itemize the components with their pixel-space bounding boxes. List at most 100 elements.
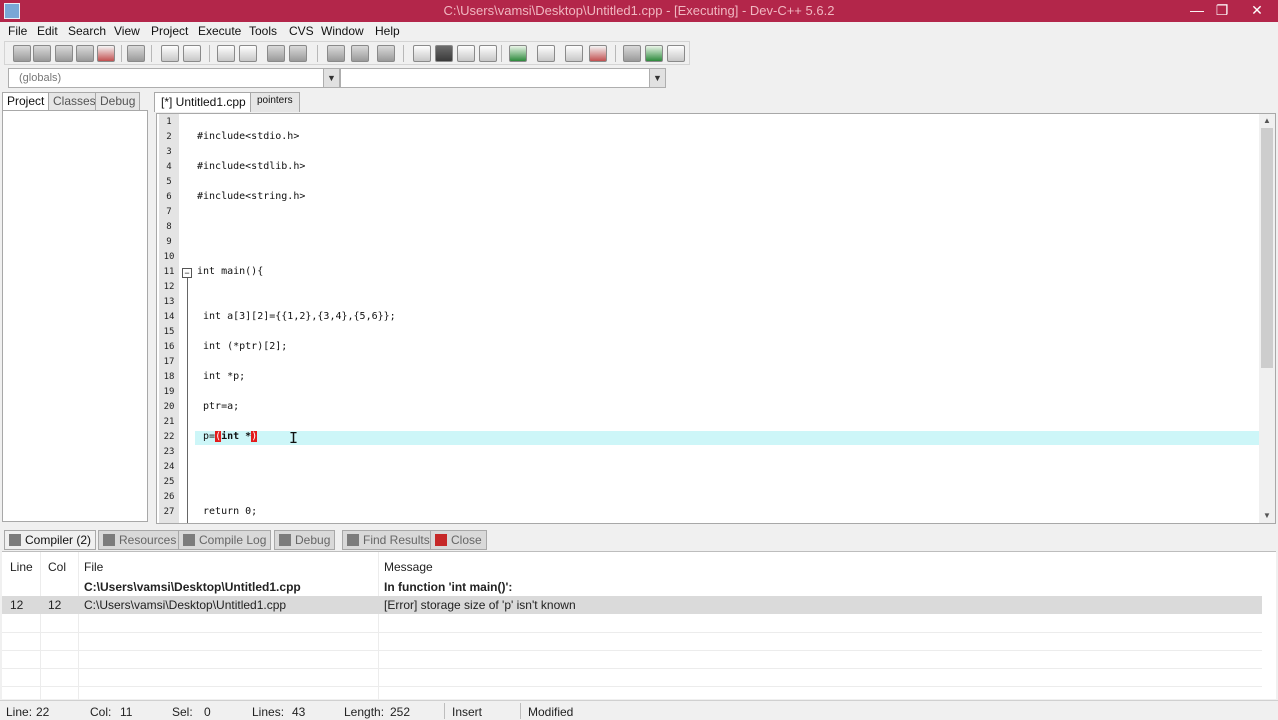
menu-edit[interactable]: Edit (37, 24, 58, 38)
close-icon (435, 534, 447, 546)
replace-icon[interactable] (239, 45, 257, 62)
status-col-value: 11 (120, 705, 133, 719)
profile-icon[interactable] (565, 45, 583, 62)
column-header-line[interactable]: Line (10, 560, 33, 574)
tab-debug-label: Debug (295, 533, 331, 547)
goto-bookmark-icon[interactable] (351, 45, 369, 62)
line-number: 14 (163, 312, 175, 322)
table-row[interactable]: 12 12 C:\Users\vamsi\Desktop\Untitled1.c… (2, 596, 1262, 614)
line-number: 18 (163, 372, 175, 382)
line-number: 7 (166, 207, 172, 217)
save-icon[interactable] (55, 45, 73, 62)
menu-tools[interactable]: Tools (249, 24, 277, 38)
project-tree[interactable] (2, 110, 148, 522)
line-number: 10 (163, 252, 175, 262)
undo-icon[interactable] (161, 45, 179, 62)
scroll-down-icon[interactable]: ▼ (1259, 509, 1275, 523)
close-file-icon[interactable] (97, 45, 115, 62)
line-number: 12 (163, 282, 175, 292)
table-row[interactable]: C:\Users\vamsi\Desktop\Untitled1.cpp In … (2, 578, 1262, 596)
line-number: 22 (163, 432, 175, 442)
scrollbar-thumb[interactable] (1261, 128, 1273, 368)
maximize-button[interactable]: ❐ (1205, 1, 1239, 21)
redo-icon[interactable] (183, 45, 201, 62)
code-line-22: p=(int *) (197, 431, 258, 442)
line-number: 3 (166, 147, 172, 157)
delete-profile-icon[interactable] (589, 45, 607, 62)
new-file-icon[interactable] (13, 45, 31, 62)
menu-view[interactable]: View (114, 24, 140, 38)
current-line-highlight (195, 431, 1259, 445)
tab-debug[interactable]: Debug (95, 92, 141, 110)
close-button[interactable]: ✕ (1240, 1, 1274, 21)
tab-find-results-label: Find Results (363, 533, 430, 547)
line-number: 27 (163, 507, 175, 517)
menu-execute[interactable]: Execute (198, 24, 241, 38)
find-icon[interactable] (217, 45, 235, 62)
tab-untitled1[interactable]: [*] Untitled1.cpp (154, 92, 253, 112)
scroll-up-icon[interactable]: ▲ (1259, 114, 1275, 128)
cell-file: C:\Users\vamsi\Desktop\Untitled1.cpp (84, 580, 301, 594)
tab-classes[interactable]: Classes (48, 92, 101, 110)
debug-icon[interactable] (537, 45, 555, 62)
unindent-icon[interactable] (289, 45, 307, 62)
line-number: 5 (166, 177, 172, 187)
open-file-icon[interactable] (33, 45, 51, 62)
status-modified: Modified (528, 705, 574, 719)
cell-message: In function 'int main()': (384, 580, 513, 594)
line-number: 19 (163, 387, 175, 397)
resources-icon (103, 534, 115, 546)
editor-vertical-scrollbar[interactable]: ▲ ▼ (1259, 114, 1275, 523)
project-add-icon[interactable] (435, 45, 453, 62)
column-header-col[interactable]: Col (48, 560, 66, 574)
tab-project[interactable]: Project (2, 92, 50, 110)
tab-find-results[interactable]: Find Results (342, 530, 435, 550)
menu-project[interactable]: Project (151, 24, 188, 38)
project-options-icon[interactable] (457, 45, 475, 62)
print-icon[interactable] (127, 45, 145, 62)
tab-compiler[interactable]: Compiler (2) (4, 530, 97, 550)
compile-run-icon[interactable] (667, 45, 685, 62)
menu-help[interactable]: Help (375, 24, 400, 38)
text-cursor-icon: I (289, 429, 299, 447)
tab-pointers[interactable]: pointers (250, 92, 300, 112)
menu-search[interactable]: Search (68, 24, 106, 38)
code-line: #include<string.h> (197, 191, 306, 202)
run-icon[interactable] (645, 45, 663, 62)
cell-line: 12 (10, 598, 24, 612)
line-number: 21 (163, 417, 175, 427)
cell-message: [Error] storage size of 'p' isn't known (384, 598, 576, 612)
menu-cvs[interactable]: CVS (289, 24, 314, 38)
column-header-message[interactable]: Message (384, 560, 433, 574)
globals-combo-value: (globals) (19, 72, 62, 84)
toggle-bookmark-icon[interactable] (327, 45, 345, 62)
code-line: int (*ptr)[2]; (197, 341, 288, 352)
fold-guide (187, 278, 188, 523)
class-browser-icon[interactable] (479, 45, 497, 62)
line-number: 8 (166, 222, 172, 232)
status-col-label: Col: (90, 705, 112, 719)
bottom-panel-tabs: Compiler (2) Resources Compile Log Debug… (2, 530, 1278, 550)
goto-line-icon[interactable] (377, 45, 395, 62)
globals-combobox[interactable]: (globals) ▼ (8, 68, 340, 88)
fold-toggle-icon[interactable]: − (182, 268, 192, 278)
line-number: 16 (163, 342, 175, 352)
menu-window[interactable]: Window (321, 24, 364, 38)
menu-file[interactable]: File (8, 24, 27, 38)
tab-compile-log[interactable]: Compile Log (178, 530, 272, 550)
compile-icon[interactable] (623, 45, 641, 62)
line-number: 1 (166, 117, 172, 127)
syntax-check-icon[interactable] (509, 45, 527, 62)
code-editor[interactable]: − #include<stdio.h> #include<stdlib.h> #in… (156, 113, 1276, 524)
tab-debug-output[interactable]: Debug (274, 530, 336, 550)
chevron-down-icon[interactable]: ▼ (323, 69, 339, 87)
column-header-file[interactable]: File (84, 560, 103, 574)
save-all-icon[interactable] (76, 45, 94, 62)
project-new-icon[interactable] (413, 45, 431, 62)
tab-resources[interactable]: Resources (98, 530, 182, 550)
close-panel-button[interactable]: Close (430, 530, 487, 550)
code-line: int a[3][2]={{1,2},{3,4},{5,6}}; (197, 311, 396, 322)
members-combobox[interactable]: ▼ (340, 68, 666, 88)
chevron-down-icon[interactable]: ▼ (649, 69, 665, 87)
indent-icon[interactable] (267, 45, 285, 62)
